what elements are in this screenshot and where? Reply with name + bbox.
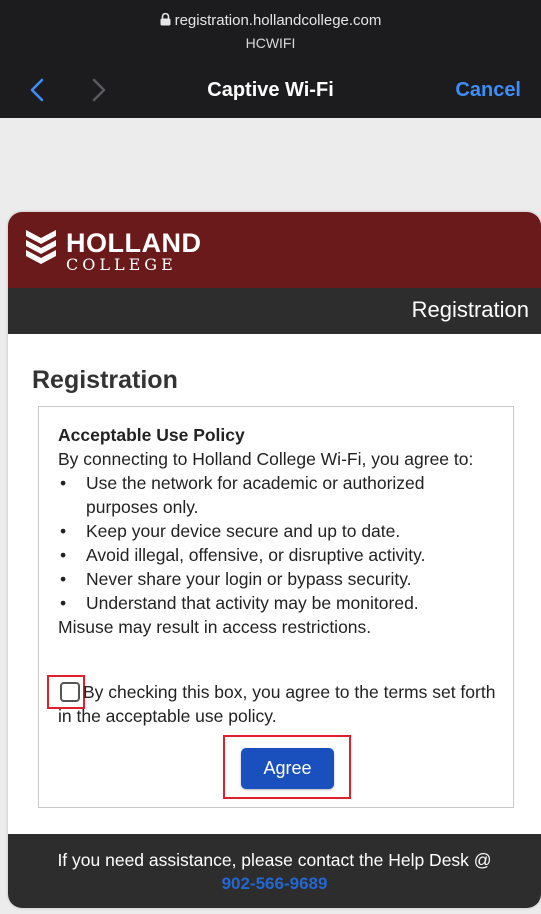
agree-button[interactable]: Agree — [241, 748, 334, 789]
browser-chrome: registration.hollandcollege.com HCWIFI C… — [0, 0, 541, 118]
policy-text: Acceptable Use Policy By connecting to H… — [58, 423, 498, 639]
section-bar: Registration — [8, 288, 541, 334]
url-bar[interactable]: registration.hollandcollege.com — [0, 12, 541, 30]
section-bar-label: Registration — [411, 297, 529, 322]
policy-bullet: • Never share your login or bypass secur… — [60, 569, 412, 589]
brand-header: HOLLAND COLLEGE — [8, 212, 541, 288]
registration-card: HOLLAND COLLEGE Registration Registratio… — [8, 212, 541, 908]
policy-closing: Misuse may result in access restrictions… — [58, 617, 372, 637]
nav-row: Captive Wi-Fi Cancel — [0, 70, 541, 112]
agree-button-highlight: Agree — [223, 735, 351, 799]
policy-bullet: • Keep your device secure and up to date… — [60, 521, 401, 541]
policy-bullet: • Understand that activity may be monito… — [60, 593, 419, 613]
brand-wordmark: HOLLAND COLLEGE — [66, 230, 201, 274]
help-footer: If you need assistance, please contact t… — [8, 834, 541, 908]
lock-icon — [160, 12, 171, 30]
url-text: registration.hollandcollege.com — [174, 12, 382, 29]
consent-text: By checking this box, you agree to the t… — [58, 682, 496, 726]
policy-bullet: • Use the network for academic or author… — [60, 473, 425, 517]
web-content: HOLLAND COLLEGE Registration Registratio… — [0, 118, 541, 914]
brand-name-line2: COLLEGE — [66, 255, 177, 274]
help-desk-phone-link[interactable]: 902-566-9689 — [8, 874, 541, 894]
network-name: HCWIFI — [245, 35, 296, 51]
consent-label[interactable]: By checking this box, you agree to the t… — [58, 680, 498, 728]
cancel-button[interactable]: Cancel — [455, 79, 521, 102]
page-title: Registration — [32, 366, 178, 394]
footer-text: If you need assistance, please contact t… — [57, 850, 492, 870]
policy-box: Acceptable Use Policy By connecting to H… — [38, 406, 514, 808]
brand-name-line1: HOLLAND — [66, 228, 202, 258]
policy-bullet: • Avoid illegal, offensive, or disruptiv… — [60, 545, 426, 565]
policy-intro: By connecting to Holland College Wi-Fi, … — [58, 449, 474, 469]
holland-college-logo-icon — [24, 228, 58, 273]
policy-heading: Acceptable Use Policy — [58, 425, 245, 445]
